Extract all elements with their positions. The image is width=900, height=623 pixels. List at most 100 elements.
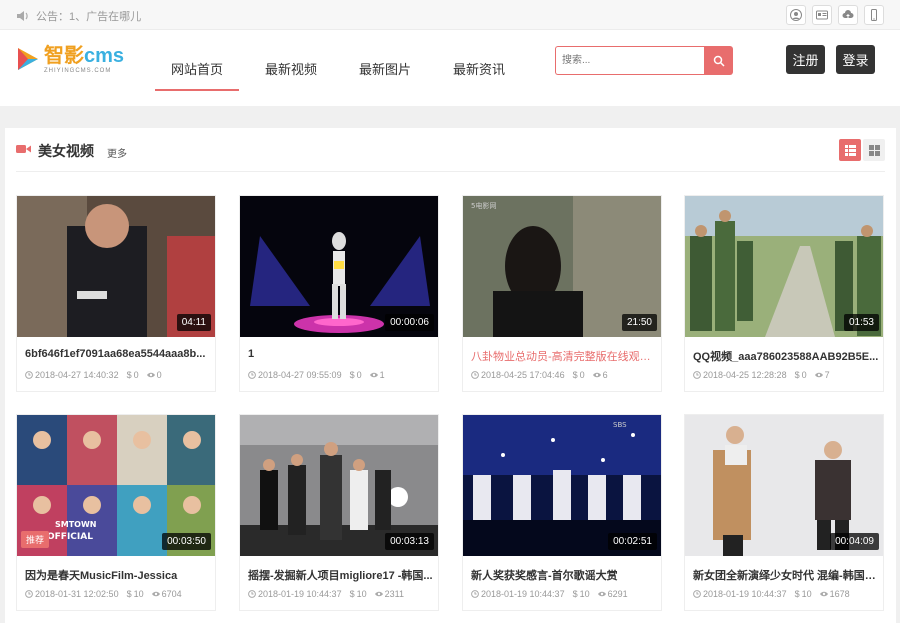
nav-item-images[interactable]: 最新图片 bbox=[343, 30, 427, 106]
video-thumbnail[interactable]: SBS 00:02:51 bbox=[463, 415, 661, 556]
mobile-icon[interactable] bbox=[864, 5, 884, 25]
eye-icon bbox=[597, 591, 606, 597]
video-date: 2018-04-27 09:55:09 bbox=[258, 370, 342, 380]
video-duration: 00:02:51 bbox=[608, 533, 657, 550]
eye-icon bbox=[374, 591, 383, 597]
logo[interactable]: 智影cms ZHIYINGCMS.COM bbox=[16, 46, 124, 74]
video-views: 0 bbox=[156, 370, 162, 380]
price-icon: $ bbox=[572, 589, 578, 599]
login-button[interactable]: 登录 bbox=[836, 45, 875, 74]
video-price: 0 bbox=[356, 370, 362, 380]
video-thumbnail[interactable]: SMTOWN OFFICIAL 推荐 00:03:50 bbox=[17, 415, 215, 556]
main-nav: 网站首页 最新视频 最新图片 最新资讯 bbox=[155, 30, 531, 106]
eye-icon bbox=[151, 591, 160, 597]
cloud-upload-icon[interactable] bbox=[838, 5, 858, 25]
price-icon: $ bbox=[794, 370, 800, 380]
video-price: 10 bbox=[801, 589, 812, 599]
clock-icon bbox=[25, 590, 33, 598]
eye-icon bbox=[814, 372, 823, 378]
video-title[interactable]: 摇摆-发掘新人项目migliore17 -韩国... bbox=[248, 567, 434, 583]
clock-icon bbox=[693, 590, 701, 598]
video-title[interactable]: 因为是春天MusicFilm-Jessica bbox=[25, 567, 211, 583]
search-button[interactable] bbox=[704, 46, 733, 75]
svg-text:5电影网: 5电影网 bbox=[471, 201, 496, 210]
top-bar: 公告：1、广告在哪儿 bbox=[0, 0, 900, 30]
video-card[interactable]: 04:11 6bf646f1ef7091aa68ea5544aaa8b... 201… bbox=[16, 195, 216, 392]
video-price: 0 bbox=[801, 370, 807, 380]
video-price: 10 bbox=[133, 589, 144, 599]
logo-play-icon bbox=[18, 48, 38, 70]
video-price: 0 bbox=[579, 370, 585, 380]
grid-view-button[interactable] bbox=[863, 139, 885, 161]
video-date: 2018-01-19 10:44:37 bbox=[703, 589, 787, 599]
video-card[interactable]: 01:53 QQ视频_aaa786023588AAB92B5E... 2018-04… bbox=[684, 195, 884, 392]
video-thumbnail[interactable]: 00:00:06 bbox=[240, 196, 438, 337]
video-card[interactable]: 5电影网 21:50 八卦物业总动员-高清完整版在线观看-... 2018-04-25… bbox=[462, 195, 662, 392]
recommend-badge: 推荐 bbox=[21, 531, 50, 548]
video-card[interactable]: SMTOWN OFFICIAL 推荐 00:03:50 因为是春天MusicFilm-J… bbox=[16, 414, 216, 611]
video-card[interactable]: SBS 00:02:51 新人奖获奖感言-首尔歌谣大赏 2018-01-19 10:4… bbox=[462, 414, 662, 611]
video-title[interactable]: 新人奖获奖感言-首尔歌谣大赏 bbox=[471, 567, 657, 583]
video-thumbnail[interactable]: 00:04:09 bbox=[685, 415, 883, 556]
nav-item-news[interactable]: 最新资讯 bbox=[437, 30, 521, 106]
nav-item-home[interactable]: 网站首页 bbox=[155, 30, 240, 106]
video-meta: 2018-01-31 12:02:50 $10 6704 bbox=[25, 589, 182, 599]
video-views: 1 bbox=[379, 370, 385, 380]
notice: 公告：1、广告在哪儿 bbox=[16, 8, 141, 24]
video-camera-icon bbox=[16, 145, 31, 153]
video-meta: 2018-01-19 10:44:37 $10 1678 bbox=[693, 589, 850, 599]
video-price: 10 bbox=[579, 589, 590, 599]
search-input[interactable] bbox=[555, 46, 705, 75]
search-bar bbox=[555, 46, 733, 75]
speaker-icon bbox=[17, 11, 28, 21]
video-duration: 00:03:50 bbox=[162, 533, 211, 550]
clock-icon bbox=[471, 371, 479, 379]
eye-icon bbox=[819, 591, 828, 597]
logo-main-text: 智影 bbox=[44, 45, 84, 67]
nav-item-videos[interactable]: 最新视频 bbox=[249, 30, 333, 106]
video-thumbnail[interactable]: 5电影网 21:50 bbox=[463, 196, 661, 337]
video-price: 10 bbox=[356, 589, 367, 599]
id-card-icon[interactable] bbox=[812, 5, 832, 25]
video-date: 2018-01-31 12:02:50 bbox=[35, 589, 119, 599]
video-views: 7 bbox=[824, 370, 830, 380]
video-duration: 01:53 bbox=[843, 314, 879, 331]
clock-icon bbox=[248, 590, 256, 598]
more-link[interactable]: 更多 bbox=[107, 145, 127, 160]
search-icon bbox=[713, 55, 725, 67]
video-views: 6 bbox=[602, 370, 608, 380]
section-header: 美女视频 更多 bbox=[16, 128, 885, 172]
price-icon: $ bbox=[349, 370, 355, 380]
user-icon[interactable] bbox=[786, 5, 806, 25]
video-meta: 2018-04-27 09:55:09 $0 1 bbox=[248, 370, 385, 380]
video-duration: 00:00:06 bbox=[385, 314, 434, 331]
video-date: 2018-04-27 14:40:32 bbox=[35, 370, 119, 380]
video-title[interactable]: 1 bbox=[248, 348, 434, 360]
video-title[interactable]: QQ视频_aaa786023588AAB92B5E... bbox=[693, 348, 879, 364]
svg-text:OFFICIAL: OFFICIAL bbox=[47, 532, 93, 542]
video-views: 6704 bbox=[161, 589, 182, 599]
list-grid-icon bbox=[844, 144, 856, 156]
clock-icon bbox=[693, 371, 701, 379]
clock-icon bbox=[471, 590, 479, 598]
video-card[interactable]: 00:03:13 摇摆-发掘新人项目migliore17 -韩国... 2018-0… bbox=[239, 414, 439, 611]
video-card[interactable]: 00:00:06 1 2018-04-27 09:55:09 $0 1 bbox=[239, 195, 439, 392]
list-view-button[interactable] bbox=[839, 139, 861, 161]
video-card[interactable]: 00:04:09 新女团全新演绎少女时代 混编-韩国视... 2018-01-19 … bbox=[684, 414, 884, 611]
video-thumbnail[interactable]: 04:11 bbox=[17, 196, 215, 337]
price-icon: $ bbox=[794, 589, 800, 599]
svg-text:SMTOWN: SMTOWN bbox=[55, 520, 97, 529]
price-icon: $ bbox=[126, 370, 132, 380]
video-thumbnail[interactable]: 01:53 bbox=[685, 196, 883, 337]
video-title[interactable]: 6bf646f1ef7091aa68ea5544aaa8b... bbox=[25, 348, 211, 360]
video-title[interactable]: 八卦物业总动员-高清完整版在线观看-... bbox=[471, 348, 657, 364]
clock-icon bbox=[25, 371, 33, 379]
video-date: 2018-04-25 17:04:46 bbox=[481, 370, 565, 380]
register-button[interactable]: 注册 bbox=[786, 45, 825, 74]
video-section: 美女视频 更多 04:11 6bf646f1ef7091aa68ea5544aaa… bbox=[5, 128, 896, 623]
video-title[interactable]: 新女团全新演绎少女时代 混编-韩国视... bbox=[693, 567, 879, 583]
eye-icon bbox=[146, 372, 155, 378]
video-thumbnail[interactable]: 00:03:13 bbox=[240, 415, 438, 556]
price-icon: $ bbox=[572, 370, 578, 380]
video-meta: 2018-01-19 10:44:37 $10 6291 bbox=[471, 589, 628, 599]
